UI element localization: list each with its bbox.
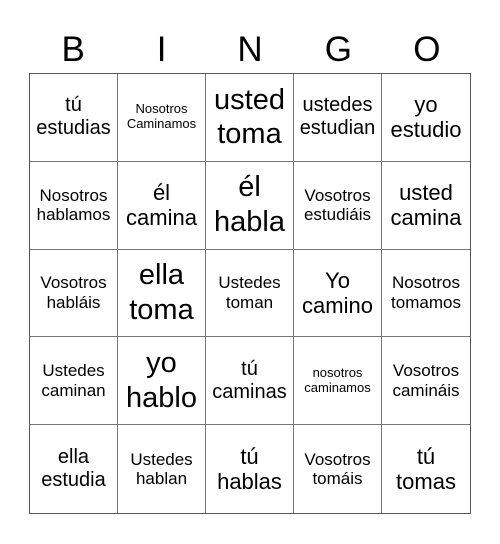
bingo-cell[interactable]: Nosotros tomamos: [382, 250, 470, 338]
bingo-cell-text: tú caminas: [212, 357, 287, 403]
bingo-cell[interactable]: Ustedes toman: [206, 249, 294, 338]
header-letter-n: N: [237, 30, 263, 69]
bingo-cell-text: ustedes estudian: [299, 94, 376, 140]
bingo-cell-text: usted camina: [390, 179, 462, 231]
bingo-cell[interactable]: ella toma: [118, 249, 206, 338]
bingo-cell[interactable]: yo estudio: [382, 74, 470, 162]
bingo-cell-text: Nosotros hablamos: [36, 185, 111, 225]
bingo-cell-text: Vosotros estudiáis: [303, 185, 372, 225]
bingo-cell-text: Nosotros Caminamos: [126, 101, 197, 132]
header-letter-b: B: [61, 30, 85, 69]
bingo-cell-text: yo hablo: [126, 346, 197, 414]
bingo-cell[interactable]: Ustedes hablan: [118, 425, 206, 513]
bingo-cell[interactable]: tú caminas: [206, 337, 294, 426]
bingo-cell[interactable]: él camina: [118, 161, 206, 250]
bingo-cell-text: tú estudias: [36, 94, 111, 140]
bingo-cell-text: tú tomas: [396, 443, 456, 495]
bingo-cell-text: yo estudio: [390, 92, 462, 143]
bingo-cell[interactable]: tú hablas: [206, 425, 294, 513]
bingo-cell[interactable]: Yo camino: [294, 249, 382, 338]
bingo-cell-text: Vosotros habláis: [40, 273, 107, 312]
bingo-cell-text: Ustedes toman: [218, 273, 281, 312]
bingo-cell[interactable]: Vosotros camináis: [382, 337, 470, 426]
bingo-cell-text: usted toma: [214, 83, 285, 151]
bingo-cell-text: Yo camino: [302, 267, 373, 318]
bingo-cell[interactable]: ella estudia: [30, 425, 118, 513]
bingo-cell-text: Vosotros camináis: [392, 361, 460, 400]
bingo-cell-text: Nosotros tomamos: [391, 273, 461, 312]
bingo-cell[interactable]: Vosotros habláis: [30, 249, 118, 338]
bingo-cell[interactable]: usted camina: [382, 162, 470, 250]
bingo-cell-text: Ustedes hablan: [130, 449, 193, 489]
bingo-cell[interactable]: Ustedes caminan: [30, 337, 118, 426]
bingo-cell-text: nosotros caminamos: [304, 364, 371, 395]
bingo-cell-text: Vosotros tomáis: [304, 449, 371, 489]
header-letter-i: I: [156, 30, 167, 69]
bingo-cell-text: ella toma: [129, 259, 194, 326]
header-letter-o: O: [413, 30, 441, 69]
bingo-cell[interactable]: Vosotros tomáis: [294, 425, 382, 513]
bingo-cell[interactable]: ustedes estudian: [294, 74, 382, 162]
bingo-cell[interactable]: usted toma: [206, 74, 294, 162]
bingo-cell-text: él camina: [126, 179, 197, 231]
bingo-grid: tú estudias Nosotros Caminamos usted toma u…: [29, 73, 471, 514]
bingo-cell[interactable]: Nosotros hablamos: [30, 161, 118, 250]
bingo-cell-text: ella estudia: [41, 446, 106, 492]
bingo-cell[interactable]: Nosotros Caminamos: [118, 74, 206, 162]
bingo-cell-text: él habla: [214, 171, 285, 239]
bingo-cell[interactable]: tú estudias: [30, 74, 118, 162]
bingo-cell[interactable]: yo hablo: [118, 337, 206, 426]
bingo-cell[interactable]: él habla: [206, 161, 294, 250]
bingo-cell[interactable]: tú tomas: [382, 425, 470, 513]
bingo-cell-text: Ustedes caminan: [41, 361, 106, 400]
bingo-cell[interactable]: Vosotros estudiáis: [294, 161, 382, 250]
bingo-header: B I N G O: [29, 30, 471, 70]
header-letter-g: G: [324, 30, 353, 69]
bingo-cell[interactable]: nosotros caminamos: [294, 337, 382, 426]
bingo-cell-text: tú hablas: [217, 443, 282, 495]
